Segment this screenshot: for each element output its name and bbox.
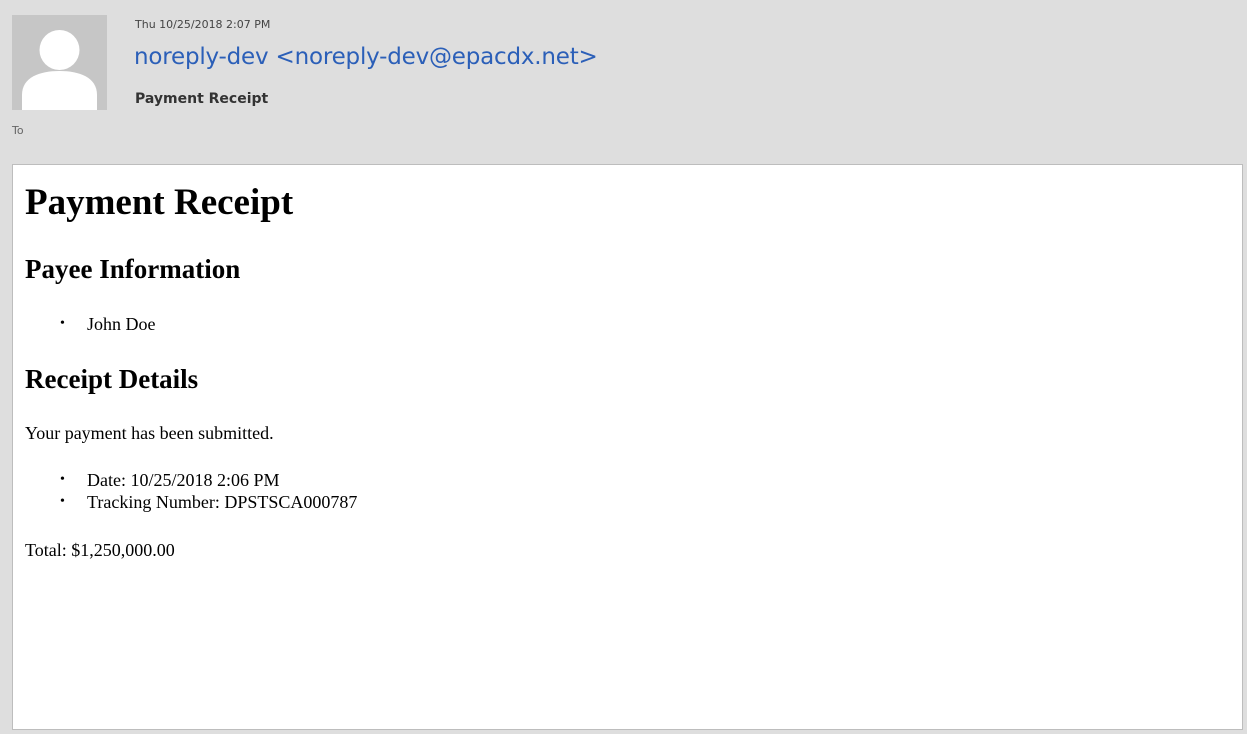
list-item: • John Doe (13, 313, 156, 335)
message-header: Thu 10/25/2018 2:07 PM noreply-dev <nore… (0, 0, 1247, 163)
message-timestamp: Thu 10/25/2018 2:07 PM (135, 18, 271, 31)
bullet: • (60, 494, 65, 509)
receipt-title: Payment Receipt (25, 182, 294, 223)
bullet: • (60, 472, 65, 487)
sender-address[interactable]: noreply-dev <noreply-dev@epacdx.net> (134, 44, 598, 70)
details-list: • Date: 10/25/2018 2:06 PM • Tracking Nu… (13, 469, 357, 513)
message-subject: Payment Receipt (135, 91, 269, 107)
sender-avatar[interactable] (12, 15, 107, 110)
payee-heading: Payee Information (25, 254, 241, 284)
bullet: • (60, 316, 65, 331)
list-item: • Date: 10/25/2018 2:06 PM (13, 469, 357, 491)
payment-date: Date: 10/25/2018 2:06 PM (87, 470, 280, 490)
payee-list: • John Doe (13, 313, 156, 335)
payment-total: Total: $1,250,000.00 (25, 540, 175, 560)
submission-message: Your payment has been submitted. (25, 423, 274, 443)
list-item: • Tracking Number: DPSTSCA000787 (13, 491, 357, 513)
tracking-number: Tracking Number: DPSTSCA000787 (87, 492, 358, 512)
details-heading: Receipt Details (25, 364, 199, 394)
to-label: To (12, 124, 24, 137)
message-body: Payment Receipt Payee Information • John… (12, 164, 1243, 730)
payee-name: John Doe (87, 314, 156, 334)
person-placeholder-icon (12, 15, 107, 110)
